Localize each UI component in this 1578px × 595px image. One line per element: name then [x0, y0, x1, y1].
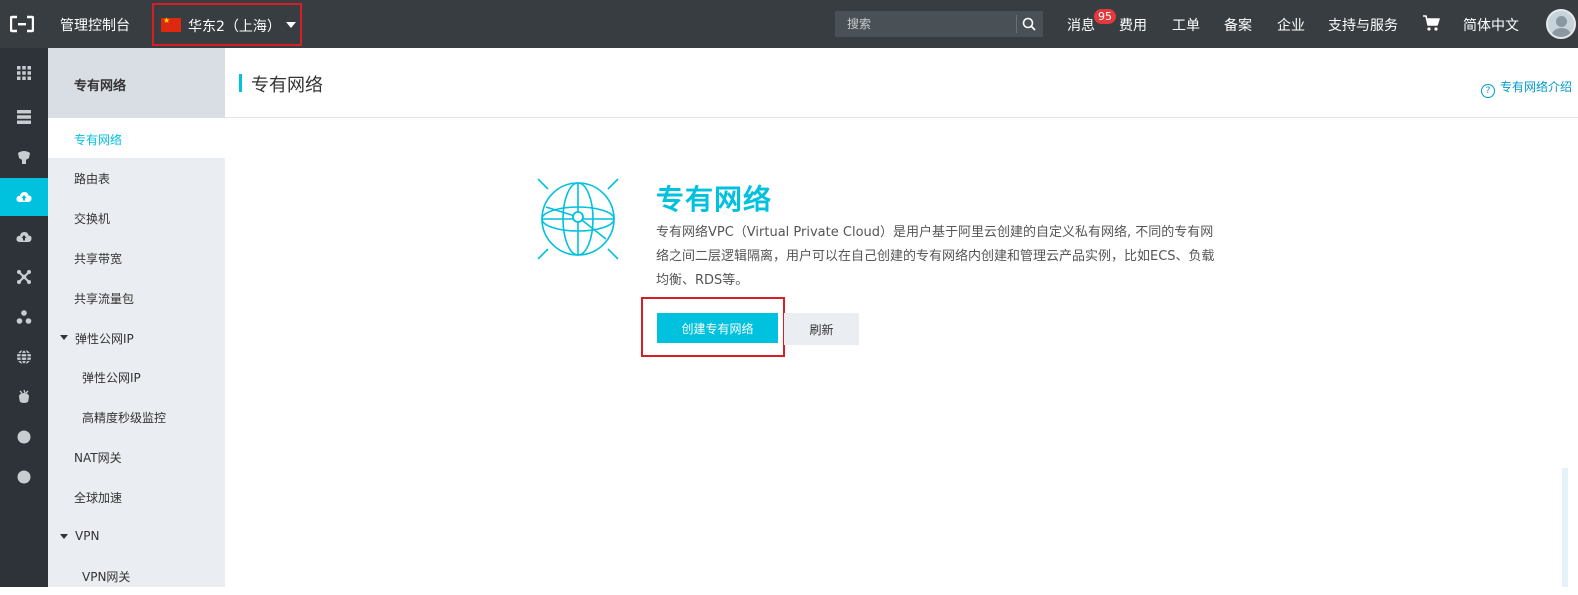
sidebar-item-high-precision-monitoring[interactable]: 高精度秒级监控 — [48, 396, 225, 436]
sidebar-item-label: 全球加速 — [74, 491, 123, 505]
sidebar-title-label: 专有网络 — [74, 79, 127, 94]
globe-icon — [17, 349, 31, 365]
hero-title: 专有网络 — [656, 183, 773, 216]
apps-grid-icon — [17, 66, 31, 80]
all-products-button[interactable] — [0, 54, 48, 92]
vpc-globe-icon — [537, 178, 619, 260]
search-divider — [1016, 15, 1017, 33]
cart-icon[interactable] — [1422, 14, 1440, 32]
page-title: 专有网络 — [251, 75, 323, 96]
sidebar-item-vpc[interactable]: 专有网络 — [48, 118, 225, 158]
refresh-button[interactable]: 刷新 — [784, 313, 859, 345]
sidebar-database[interactable] — [0, 138, 48, 176]
aliyun-logo-icon[interactable] — [10, 14, 34, 34]
product-icon-sidebar — [0, 48, 48, 587]
sidebar-item-vswitches[interactable]: 交换机 — [48, 197, 225, 237]
sidebar-item-label: 弹性公网IP — [75, 332, 134, 346]
sidebar-cluster[interactable] — [0, 298, 48, 336]
database-icon — [18, 151, 30, 164]
sidebar-title: 专有网络 — [48, 48, 225, 118]
vpc-intro-link[interactable]: ? 专有网络介绍 — [1481, 78, 1572, 98]
sidebar-item-circle-2[interactable] — [0, 458, 48, 496]
help-link-label: 专有网络介绍 — [1500, 80, 1573, 94]
sidebar-item-label: 弹性公网IP — [82, 371, 141, 385]
sidebar-ecs[interactable] — [0, 98, 48, 136]
nav-tickets[interactable]: 工单 — [1172, 15, 1200, 35]
create-vpc-button[interactable]: 创建专有网络 — [657, 313, 778, 343]
sidebar-item-label: VPN — [75, 529, 100, 543]
language-switch[interactable]: 简体中文 — [1463, 15, 1519, 35]
sidebar-item-label: 专有网络 — [74, 133, 123, 147]
circle-icon — [17, 430, 31, 444]
vpc-sidebar-nav: 专有网络 专有网络 路由表 交换机 共享带宽 共享流量包 弹性公网IP 弹性公网… — [48, 48, 225, 587]
messages-count-badge: 95 — [1094, 9, 1116, 24]
region-label: 华东2（上海） — [188, 19, 281, 35]
sidebar-global[interactable] — [0, 338, 48, 376]
cn-flag-icon — [161, 16, 181, 32]
sidebar-item-label: VPN网关 — [82, 570, 131, 584]
nav-support[interactable]: 支持与服务 — [1328, 15, 1398, 35]
hero-description: 专有网络VPC（Virtual Private Cloud）是用户基于阿里云创建… — [656, 225, 1215, 288]
sidebar-cdn[interactable] — [0, 218, 48, 256]
sidebar-item-label: 共享带宽 — [74, 252, 123, 266]
caret-down-icon — [60, 534, 68, 539]
user-avatar[interactable] — [1546, 9, 1576, 39]
sidebar-item-shared-bandwidth[interactable]: 共享带宽 — [48, 237, 225, 277]
sidebar-item-eip[interactable]: 弹性公网IP — [48, 356, 225, 396]
help-icon: ? — [1481, 84, 1495, 98]
sidebar-slb[interactable] — [0, 258, 48, 296]
sidebar-item-label: 高精度秒级监控 — [82, 411, 167, 425]
sidebar-item-data-transfer-plan[interactable]: 共享流量包 — [48, 277, 225, 317]
search-box — [835, 11, 1043, 37]
nav-billing[interactable]: 费用 — [1119, 15, 1147, 35]
server-icon — [17, 110, 31, 124]
nav-icp-filing[interactable]: 备案 — [1224, 15, 1252, 35]
cluster-icon — [16, 310, 32, 324]
cloud-upload-icon — [16, 192, 32, 202]
console-title-link[interactable]: 管理控制台 — [60, 15, 130, 35]
sidebar-item-label: 路由表 — [74, 172, 111, 186]
title-accent-bar — [239, 74, 242, 92]
cloud-icon — [16, 232, 32, 242]
caret-down-icon — [60, 335, 68, 340]
main-content: 专有网络 ? 专有网络介绍 专有网络 专有网络VPC（Virtual Privat… — [225, 48, 1578, 587]
bucket-icon — [19, 389, 29, 403]
search-icon[interactable] — [1021, 16, 1037, 32]
caret-down-icon — [286, 22, 296, 28]
sidebar-item-circle-1[interactable] — [0, 418, 48, 456]
top-bar: 管理控制台 华东2（上海） 消息 95 费用 工单 备案 企业 支持与服务 简体… — [0, 0, 1578, 48]
messages-link[interactable]: 消息 — [1067, 15, 1095, 35]
sidebar-item-label: NAT网关 — [74, 451, 122, 465]
sidebar-vpc[interactable] — [0, 178, 48, 216]
sidebar-item-nat-gateway[interactable]: NAT网关 — [48, 436, 225, 476]
sidebar-group-eip[interactable]: 弹性公网IP — [48, 317, 225, 357]
sidebar-item-global-acceleration[interactable]: 全球加速 — [48, 476, 225, 516]
page-header: 专有网络 ? 专有网络介绍 — [225, 48, 1578, 118]
sidebar-item-label: 共享流量包 — [74, 292, 135, 306]
nav-enterprise[interactable]: 企业 — [1277, 15, 1305, 35]
sidebar-item-route-tables[interactable]: 路由表 — [48, 157, 225, 197]
scroll-edge — [1562, 468, 1568, 587]
region-selector[interactable]: 华东2（上海） — [152, 3, 302, 46]
sidebar-item-label: 交换机 — [74, 212, 111, 226]
search-input[interactable] — [835, 11, 1015, 37]
sidebar-group-vpn[interactable]: VPN — [48, 516, 225, 556]
sidebar-item-vpn-gateway[interactable]: VPN网关 — [48, 555, 225, 595]
circle-icon — [17, 470, 31, 484]
network-icon — [17, 270, 31, 284]
sidebar-oss[interactable] — [0, 378, 48, 416]
